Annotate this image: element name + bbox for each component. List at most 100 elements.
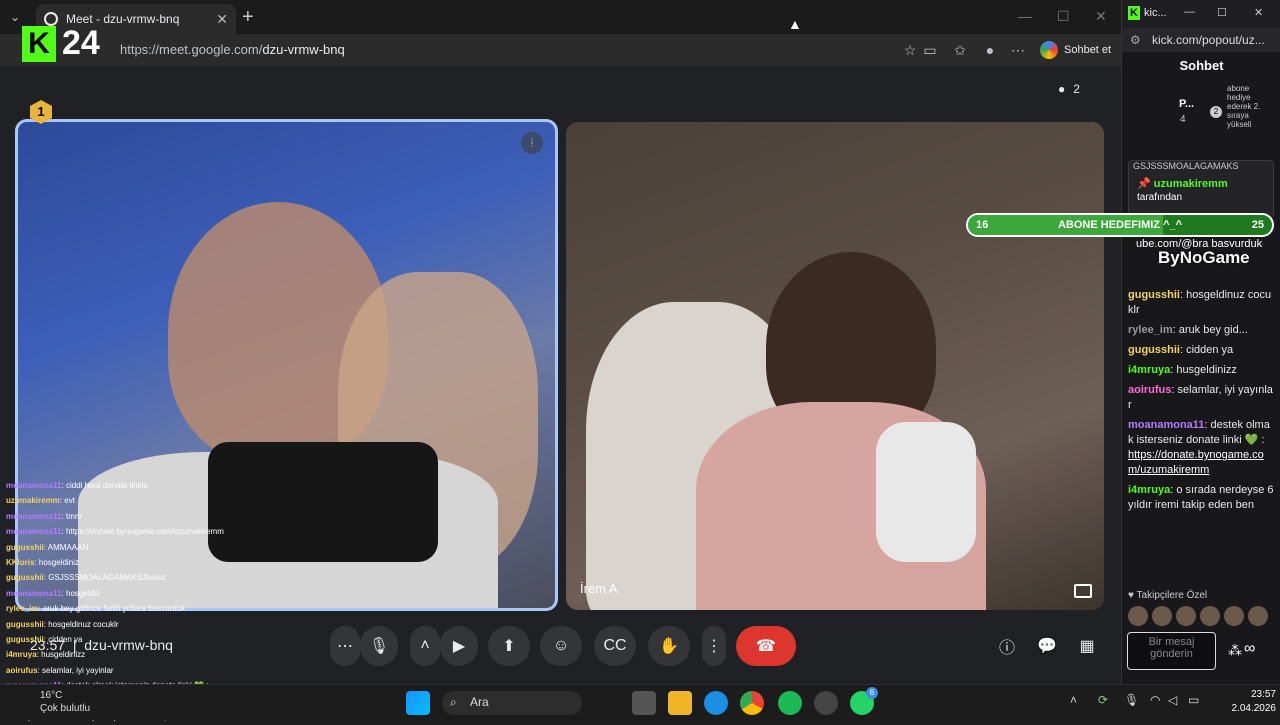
copilot-chat-button[interactable]: Sohbet et: [1040, 41, 1111, 59]
overlay-chat-user: KKloris: [6, 558, 35, 568]
activities-button[interactable]: ▦: [1072, 626, 1102, 666]
overlay-chat-user: gugusshii: [6, 573, 44, 583]
favorites-icon[interactable]: ✩: [952, 42, 968, 58]
emote-picker-icon[interactable]: ⁂: [1228, 642, 1242, 659]
overlay-chat-row: gugusshii: AMMAAAN: [6, 540, 306, 555]
url-field[interactable]: https://meet.google.com/dzu-vrmw-bnq: [120, 42, 345, 57]
leaderboard-name[interactable]: P...: [1179, 98, 1194, 110]
emote-row: [1128, 606, 1268, 626]
chat-username[interactable]: gugusshii: [1128, 289, 1180, 301]
bookmark-star-icon[interactable]: ☆: [902, 42, 918, 58]
video-options-button[interactable]: ˄: [410, 626, 440, 666]
chat-text: cidden ya: [1183, 344, 1234, 356]
overlay-chat-message: : ciddi hissi donate linkle: [61, 481, 148, 490]
participant-tile-2[interactable]: İrem A: [566, 122, 1104, 610]
more-options-button[interactable]: ⋮: [702, 626, 726, 666]
browser-window: ⌄ Meet - dzu-vrmw-bnq ✕ + — ☐ ✕ ▲ https:…: [0, 0, 1121, 721]
chat-username[interactable]: aoirufus: [1128, 384, 1171, 396]
pinned-user: 📌 uzumakiremm: [1129, 171, 1273, 190]
emote-1[interactable]: [1128, 606, 1148, 626]
clock[interactable]: 23:57 2.04.2026: [1218, 688, 1277, 716]
donate-link[interactable]: https://donate.bynogame.com/uzumakiremm: [1128, 448, 1274, 478]
kick-title-bar: K kic... — ☐ ✕: [1122, 0, 1280, 28]
close-window-icon[interactable]: ✕: [1095, 8, 1107, 25]
chat-header: Sohbet: [1179, 58, 1224, 73]
chat-username[interactable]: i4mruya: [1128, 484, 1170, 496]
emoji-reaction-button[interactable]: ☺: [540, 626, 582, 666]
picture-in-picture-icon[interactable]: [1074, 584, 1092, 598]
chat-message: gugusshii: hosgeldinuz cocuklr: [1128, 288, 1274, 318]
overlay-chat-row: rylee_im: aruk bey gidince farkli yollar…: [6, 601, 306, 616]
microphone-icon: 🎙: [368, 638, 390, 655]
overlay-chat-user: moanamona11: [6, 511, 62, 521]
kick-logo-icon: K: [1128, 6, 1140, 20]
task-view-icon[interactable]: [632, 691, 656, 715]
participants-chip[interactable]: ● 2: [1058, 82, 1080, 96]
emote-6[interactable]: [1248, 606, 1268, 626]
overlay-chat-message: : selamlar, iyi yayinlar: [37, 665, 114, 675]
tab-close-icon[interactable]: ✕: [216, 11, 228, 28]
more-audio-options-button[interactable]: ⋯: [330, 626, 360, 666]
emote-5[interactable]: [1224, 606, 1244, 626]
goal-target: 25: [1251, 219, 1264, 231]
overlay-chat-message: : husgeldinizz: [36, 650, 86, 660]
chat-username[interactable]: gugusshii: [1128, 344, 1180, 356]
emote-3[interactable]: [1176, 606, 1196, 626]
microphone-button[interactable]: 🎙: [360, 626, 398, 666]
mic-tray-icon[interactable]: 🎙: [1124, 693, 1139, 707]
spotify-icon[interactable]: [778, 691, 802, 715]
chrome-icon[interactable]: [740, 691, 764, 715]
minimize-icon[interactable]: —: [1018, 8, 1032, 24]
copilot-logo-icon: [1040, 41, 1058, 59]
weather-desc: Çok bulutlu: [40, 703, 91, 714]
overlay-chat-row: KKloris: hosgeldiniz: [6, 555, 306, 570]
chat-username[interactable]: rylee_im: [1128, 324, 1173, 336]
volume-icon[interactable]: ◁: [1168, 693, 1177, 707]
edge-icon[interactable]: [704, 691, 728, 715]
kick-minimize-icon[interactable]: —: [1184, 6, 1195, 18]
heart-icon: ♥: [1128, 590, 1137, 601]
new-tab-icon[interactable]: +: [242, 6, 254, 29]
emote-4[interactable]: [1200, 606, 1220, 626]
weather-widget[interactable]: 16°C Çok bulutlu: [40, 689, 90, 715]
more-menu-icon[interactable]: ⋯: [1010, 42, 1026, 58]
pinned-message[interactable]: GSJSSSMOALAGAMAKS 📌 uzumakiremm tarafınd…: [1128, 160, 1274, 218]
taskbar-search[interactable]: ⌕ Ara: [442, 691, 582, 715]
maximize-icon[interactable]: ☐: [1057, 8, 1070, 25]
battery-icon[interactable]: ▭: [1188, 693, 1199, 707]
tab-strip: ⌄ Meet - dzu-vrmw-bnq ✕ + — ☐ ✕ ▲: [0, 0, 1121, 34]
overlay-chat-user: aoirufus: [6, 665, 38, 675]
kick-maximize-icon[interactable]: ☐: [1217, 6, 1227, 19]
site-info-icon[interactable]: ⚙: [1130, 33, 1141, 47]
chat-username[interactable]: i4mruya: [1128, 364, 1170, 376]
meeting-details-button[interactable]: ⓘ: [992, 626, 1022, 666]
tab-list-chevron-icon[interactable]: ⌄: [10, 10, 20, 24]
captions-button[interactable]: CC: [594, 626, 636, 666]
obs-icon[interactable]: [814, 691, 838, 715]
emote-2[interactable]: [1152, 606, 1172, 626]
camera-permission-icon[interactable]: ▭: [922, 42, 938, 58]
present-screen-button[interactable]: ⬆: [488, 626, 530, 666]
overlay-chat-row: moanamona11: ciddi hissi donate linkle: [6, 478, 306, 493]
chat-button[interactable]: 💬: [1032, 626, 1062, 666]
overlay-chat-user: gugusshii: [6, 635, 44, 645]
followers-only-label: ♥ Takipçilere Özel: [1128, 590, 1207, 601]
leave-call-button[interactable]: ☎: [736, 626, 796, 666]
vertical-dots-icon: ⋮: [706, 638, 722, 655]
kick-address-bar[interactable]: ⚙ kick.com/popout/uz...: [1122, 28, 1280, 52]
raise-hand-button[interactable]: ✋: [648, 626, 690, 666]
sync-icon[interactable]: ⟳: [1098, 693, 1108, 707]
chat-message-input[interactable]: Bir mesaj gönderin: [1127, 632, 1216, 670]
wifi-icon[interactable]: ◠: [1150, 693, 1160, 707]
file-explorer-icon[interactable]: [668, 691, 692, 715]
kick-url: kick.com/popout/uz...: [1152, 33, 1265, 47]
infinity-icon[interactable]: ∞: [1244, 640, 1255, 658]
start-windows-icon[interactable]: [406, 691, 430, 715]
hand-icon: ✋: [659, 638, 679, 655]
copilot-chat-label: Sohbet et: [1064, 44, 1112, 56]
tray-chevron-icon[interactable]: ˄: [1070, 693, 1077, 707]
profile-avatar-icon[interactable]: ●: [982, 42, 998, 58]
kick-close-icon[interactable]: ✕: [1254, 6, 1263, 19]
chat-username[interactable]: moanamona11: [1128, 419, 1204, 431]
camera-button[interactable]: ▶: [440, 626, 478, 666]
